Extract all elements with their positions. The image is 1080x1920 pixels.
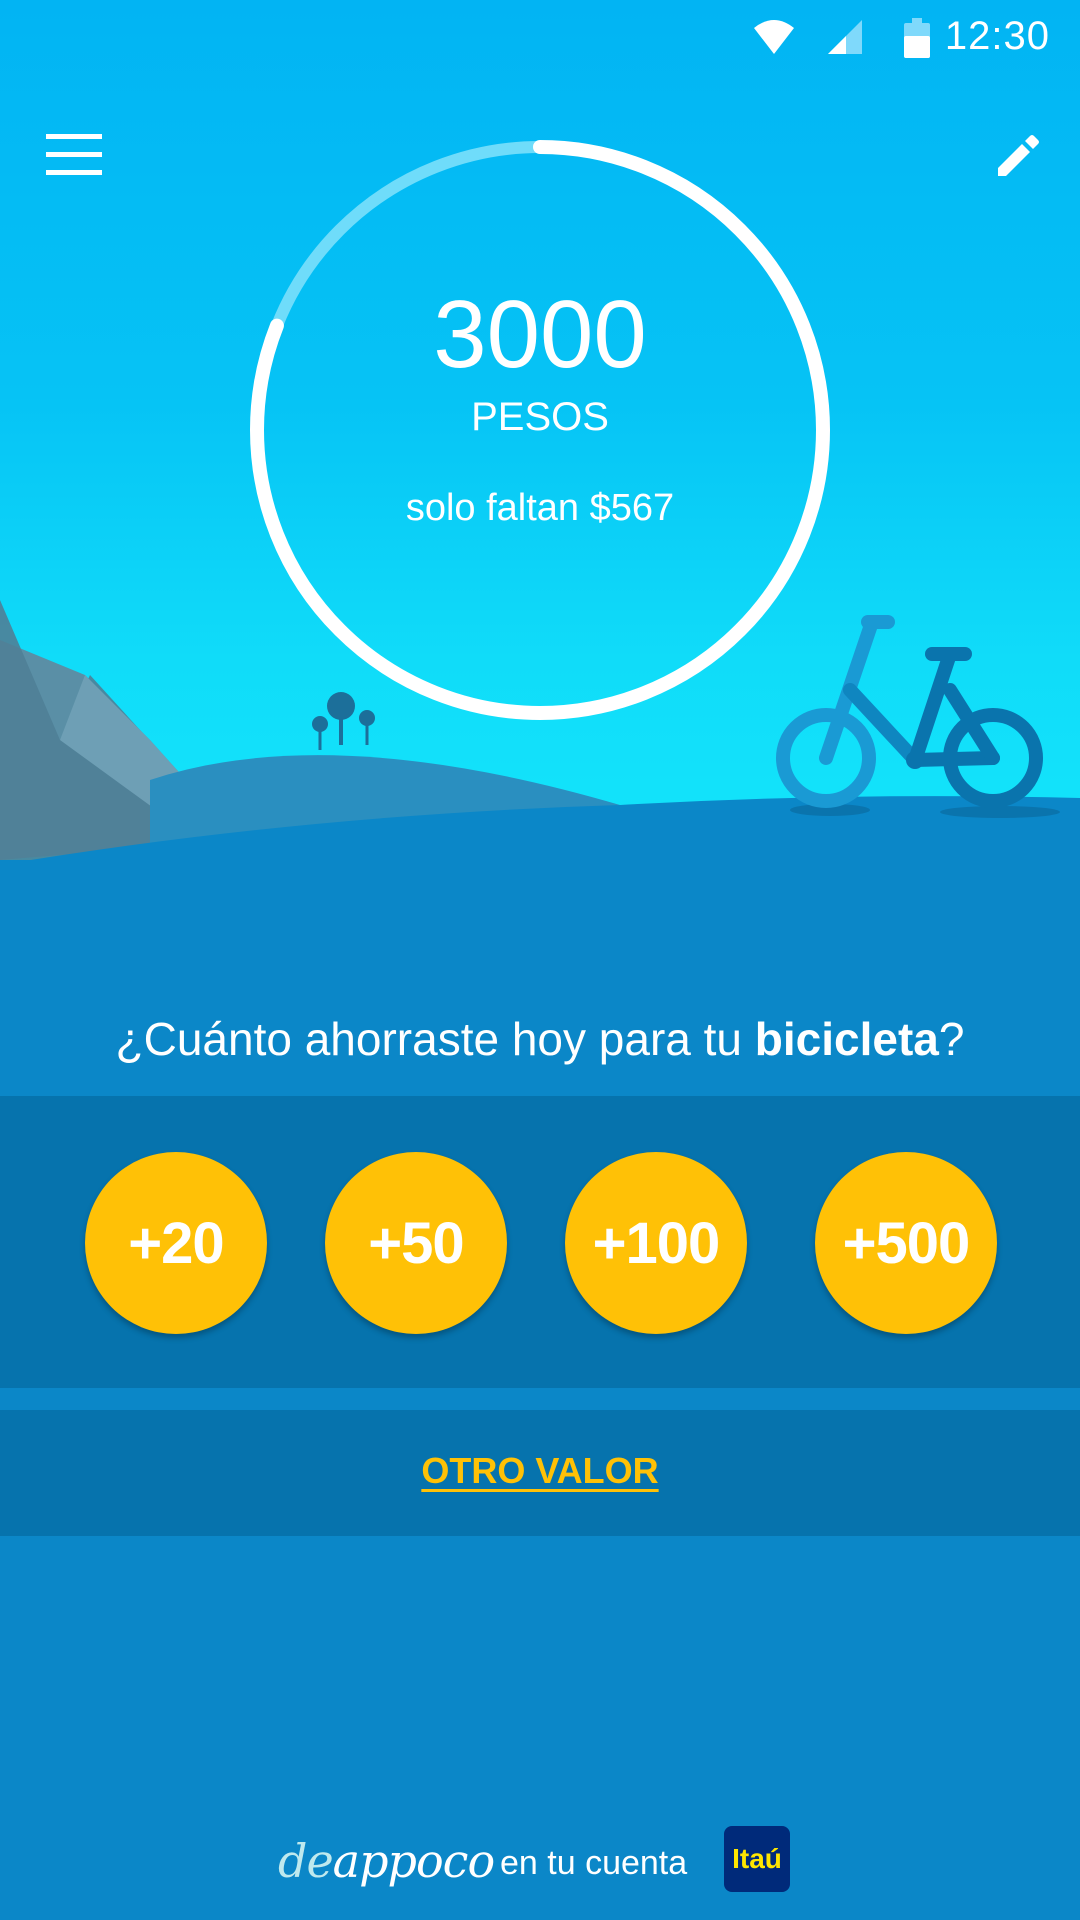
goal-amount: 3000 <box>433 281 647 388</box>
status-bar: 12:30 <box>0 0 1080 76</box>
menu-button[interactable] <box>46 120 126 192</box>
add-20-button[interactable]: +20 <box>85 1152 267 1334</box>
question-goal-name: bicicleta <box>754 1013 939 1065</box>
add-50-button[interactable]: +50 <box>325 1152 507 1334</box>
add-500-button[interactable]: +500 <box>815 1152 997 1334</box>
question-prefix: ¿Cuánto ahorraste hoy para tu <box>115 1013 755 1065</box>
goal-unit: PESOS <box>471 395 609 439</box>
amount-buttons-band: +20 +50 +100 +500 <box>0 1096 1080 1388</box>
signal-icon <box>828 20 862 54</box>
battery-icon <box>904 18 930 58</box>
footer-text: en tu cuenta <box>500 1844 688 1882</box>
other-value-link[interactable]: OTRO VALOR <box>0 1450 1080 1492</box>
savings-question: ¿Cuánto ahorraste hoy para tu bicicleta? <box>0 1012 1080 1066</box>
add-100-button[interactable]: +100 <box>565 1152 747 1334</box>
goal-remaining: solo faltan $567 <box>405 487 675 529</box>
goal-progress-ring: 3000 PESOS solo faltan $567 <box>240 130 840 730</box>
menu-icon <box>46 134 102 175</box>
question-suffix: ? <box>938 1013 965 1065</box>
pencil-icon <box>998 135 1039 176</box>
edit-button[interactable] <box>970 120 1050 192</box>
brand-logo: deappoco <box>278 1834 495 1888</box>
status-time: 12:30 <box>944 14 1050 58</box>
other-value-band: OTRO VALOR <box>0 1410 1080 1536</box>
bank-logo: Itaú <box>724 1826 790 1892</box>
footer: deappoco en tu cuenta Itaú <box>0 1826 1080 1896</box>
wifi-icon <box>754 20 794 54</box>
